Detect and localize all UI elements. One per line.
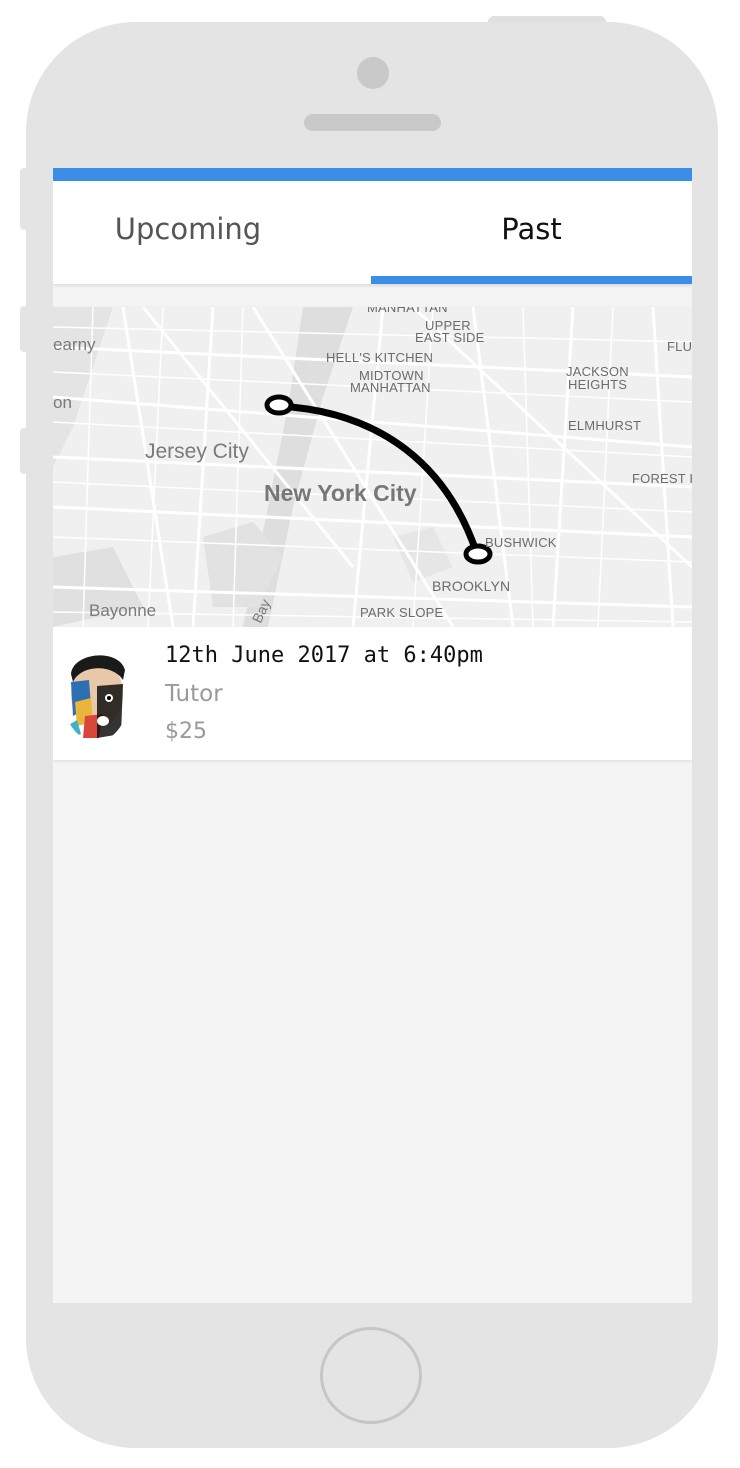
active-tab-indicator (371, 276, 692, 284)
map-label-hells-kitchen: HELL'S KITCHEN (326, 350, 434, 365)
map-label-elmhurst: ELMHURST (568, 418, 642, 433)
map-label-park-slope: PARK SLOPE (360, 605, 444, 620)
map-label-manhattan: MANHATTAN (367, 307, 448, 315)
earpiece-speaker (304, 114, 441, 131)
status-bar (53, 168, 692, 181)
driver-avatar (63, 646, 129, 741)
map-label-flushing: FLUS (667, 339, 692, 354)
map-label-new-york-city: New York City (264, 480, 417, 506)
app-screen: Upcoming Past MANHATTAN UPPER EAST SIDE … (53, 168, 692, 1303)
past-ride-card[interactable]: MANHATTAN UPPER EAST SIDE earny HELL'S K… (53, 307, 692, 760)
map-label-harrison: on (53, 393, 72, 412)
map-label-forest-hills: FOREST HI (632, 471, 692, 486)
ride-info: 12th June 2017 at 6:40pm Tutor $25 (53, 627, 692, 760)
home-button[interactable] (320, 1327, 422, 1424)
map-label-bushwick: BUSHWICK (485, 535, 557, 550)
front-camera (357, 57, 389, 89)
map-label-jackson-heights-2: HEIGHTS (568, 377, 628, 392)
tab-past[interactable]: Past (371, 181, 692, 284)
map-label-midtown-2: MANHATTAN (350, 380, 431, 395)
map-label-upper-east-side-2: EAST SIDE (415, 330, 485, 345)
tab-upcoming-label: Upcoming (114, 212, 262, 246)
map-label-kearny: earny (53, 335, 96, 354)
map-label-bayonne: Bayonne (89, 601, 157, 620)
ride-date: 12th June 2017 at 6:40pm (165, 643, 483, 668)
map-label-brooklyn: BROOKLYN (432, 578, 511, 594)
route-map: MANHATTAN UPPER EAST SIDE earny HELL'S K… (53, 307, 692, 627)
ride-price: $25 (165, 719, 207, 744)
route-start-marker (264, 394, 294, 416)
tab-upcoming[interactable]: Upcoming (53, 181, 323, 284)
ride-type: Tutor (165, 681, 223, 707)
trip-tabs: Upcoming Past (53, 181, 692, 284)
map-label-jersey-city: Jersey City (145, 440, 249, 463)
tab-past-label: Past (501, 212, 562, 246)
